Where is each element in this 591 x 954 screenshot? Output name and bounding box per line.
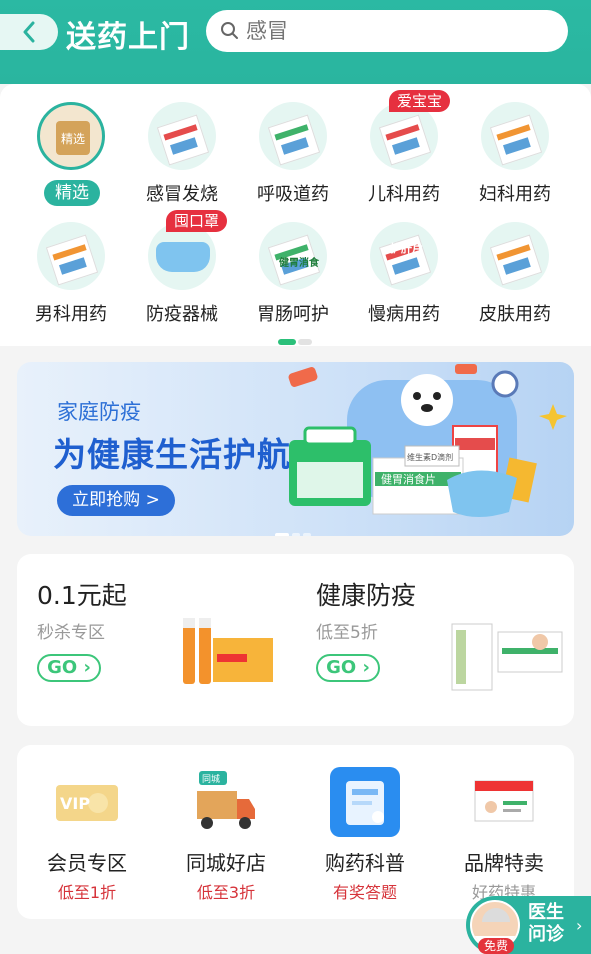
category-chronic[interactable]: 护肝片 慢病用药	[349, 208, 459, 328]
medicine-package-icon	[148, 102, 216, 170]
promo-banner[interactable]: 家庭防疫 为健康生活护航 立即抢购 > 健胃消食片 维生素D滴剂	[17, 362, 574, 536]
banner-headline: 为健康生活护航	[53, 435, 291, 474]
banner-subtitle: 家庭防疫	[57, 400, 141, 424]
test-kit-product-image	[451, 623, 563, 691]
delivery-truck-icon: 同城	[197, 771, 255, 829]
doctor-consult-button[interactable]: 免费 医生问诊 ›	[466, 896, 591, 954]
medicine-package-icon	[481, 102, 549, 170]
medicine-package-icon	[481, 222, 549, 290]
category-stomach[interactable]: 健胃消食 胃肠呵护	[238, 208, 348, 328]
category-label: 妇科用药	[479, 184, 551, 205]
go-button[interactable]: GO ›	[316, 654, 380, 682]
category-label: 呼吸道药	[257, 184, 329, 205]
service-name: 购药科普	[325, 851, 405, 875]
flash-sale-subtitle: 秒杀专区	[37, 623, 105, 643]
service-desc: 低至1折	[57, 883, 117, 902]
service-desc: 有奖答题	[332, 883, 397, 902]
service-desc: 低至3折	[196, 883, 256, 902]
epidemic-subtitle: 低至5折	[316, 623, 378, 643]
banner-illustration: 健胃消食片 维生素D滴剂	[288, 364, 567, 517]
medicine-box-icon	[330, 767, 400, 837]
page-title: 送药上门	[66, 20, 190, 55]
promo-tag: 爱宝宝	[389, 90, 451, 112]
promo-tag: 囤口罩	[166, 210, 228, 232]
category-label: 儿科用药	[368, 184, 440, 205]
header-bar: 送药上门	[0, 0, 591, 84]
search-icon	[221, 22, 238, 39]
service-name: 同城好店	[186, 851, 266, 875]
category-label: 感冒发烧	[146, 184, 218, 205]
buy-now-button[interactable]: 立即抢购 >	[57, 485, 175, 516]
services-card: VIP 会员专区 低至1折 同城 同城好店 低至3折 购药科普 有奖答题 品牌特…	[17, 745, 574, 919]
medicine-package-icon	[37, 222, 105, 290]
free-badge: 免费	[478, 938, 514, 954]
flash-sale-title: 0.1元起	[37, 581, 127, 610]
category-label: 皮肤用药	[479, 304, 551, 325]
vip-card-icon: VIP	[56, 785, 118, 821]
back-button[interactable]	[0, 14, 58, 50]
medicine-package-icon	[259, 102, 327, 170]
banner-indicator	[275, 522, 314, 536]
category-label: 男科用药	[35, 304, 107, 325]
service-name: 品牌特卖	[464, 851, 544, 875]
go-button[interactable]: GO ›	[37, 654, 101, 682]
brand-box-icon	[474, 780, 534, 822]
medicine-package-icon: 护肝片	[370, 222, 438, 290]
category-label: 精选	[44, 180, 100, 206]
category-label: 胃肠呵护	[257, 304, 329, 325]
chevron-left-icon	[23, 21, 35, 43]
product-text: 健胃消食片	[381, 472, 436, 486]
epidemic-title: 健康防疫	[316, 581, 417, 610]
service-member-zone[interactable]: VIP 会员专区 低至1折	[17, 759, 157, 909]
category-selected-icon: 精选	[37, 102, 105, 170]
vip-text: VIP	[60, 794, 90, 813]
selected-box-icon: 精选	[56, 121, 90, 155]
category-cold-fever[interactable]: 感冒发烧	[127, 88, 237, 208]
product-text: 维生素D滴剂	[407, 452, 453, 462]
category-gynecology[interactable]: 妇科用药	[460, 88, 570, 208]
category-label: 防疫器械	[146, 304, 218, 325]
service-local-store[interactable]: 同城 同城好店 低至3折	[156, 759, 296, 909]
service-drug-science[interactable]: 购药科普 有奖答题	[295, 759, 435, 909]
promo-card: 0.1元起 秒杀专区 GO › 健康防疫 低至5折 GO ›	[17, 554, 574, 726]
category-skin[interactable]: 皮肤用药	[460, 208, 570, 328]
category-andrology[interactable]: 男科用药	[16, 208, 126, 328]
local-badge-text: 同城	[202, 774, 220, 785]
page-indicator	[278, 339, 312, 345]
category-panel: 精选 精选 感冒发烧 呼吸道药 儿科用药 爱宝宝 妇科用药 男科用药 防疫器械 …	[0, 84, 591, 346]
service-name: 会员专区	[47, 851, 127, 875]
flash-sale-section[interactable]: 0.1元起 秒杀专区 GO ›	[17, 554, 295, 726]
medicine-package-icon	[370, 102, 438, 170]
face-mask-icon	[148, 222, 216, 290]
category-selected[interactable]: 精选 精选	[16, 88, 126, 208]
category-label: 慢病用药	[368, 304, 440, 325]
epidemic-section[interactable]: 健康防疫 低至5折 GO ›	[296, 554, 574, 726]
package-text: 健胃消食	[279, 258, 319, 269]
package-text: 护肝片	[390, 242, 423, 255]
doctor-consult-label: 医生问诊	[528, 902, 564, 945]
vitamin-product-image	[183, 618, 273, 684]
search-input[interactable]	[246, 19, 546, 43]
medicine-package-icon: 健胃消食	[259, 222, 327, 290]
search-box[interactable]	[206, 10, 568, 52]
category-respiratory[interactable]: 呼吸道药	[238, 88, 348, 208]
service-brand-sale[interactable]: 品牌特卖 好药特惠	[434, 759, 574, 909]
chevron-right-icon: ›	[576, 916, 583, 935]
